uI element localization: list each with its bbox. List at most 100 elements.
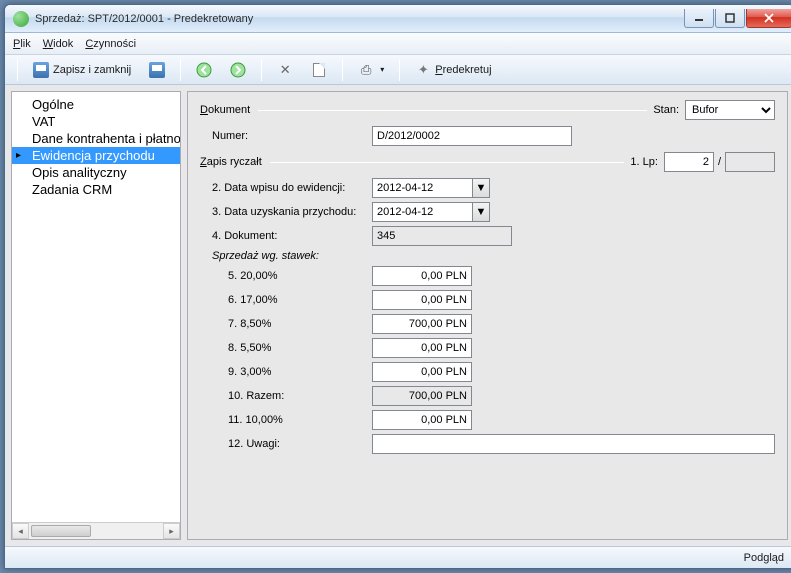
r12-label: 12. Uwagi: bbox=[212, 438, 372, 450]
tools-button[interactable]: ✕ bbox=[270, 58, 300, 82]
form-panel: Dokument Stan: Bufor Numer: Zapis ryczał… bbox=[187, 91, 788, 540]
group-ryczalt: Zapis ryczałt 1. Lp: / bbox=[200, 152, 775, 172]
r6-input[interactable] bbox=[372, 290, 472, 310]
sidebar-item-vat[interactable]: VAT bbox=[12, 113, 180, 130]
window-buttons bbox=[683, 9, 791, 28]
content-area: Ogólne VAT Dane kontrahenta i płatności … bbox=[5, 85, 791, 546]
nav-list: Ogólne VAT Dane kontrahenta i płatności … bbox=[12, 92, 180, 522]
r7-input[interactable] bbox=[372, 314, 472, 334]
menu-actions[interactable]: Czynności bbox=[85, 38, 136, 50]
rates-header: Sprzedaż wg. stawek: bbox=[212, 250, 319, 262]
chevron-down-icon: ▼ bbox=[476, 182, 487, 194]
f2-date: ▼ bbox=[372, 178, 490, 198]
sidebar-item-analytics[interactable]: Opis analityczny bbox=[12, 164, 180, 181]
lp-input[interactable] bbox=[664, 152, 714, 172]
print-button[interactable]: ⎙▾ bbox=[351, 58, 391, 82]
row-f2: 2. Data wpisu do ewidencji: ▼ bbox=[212, 178, 775, 198]
maximize-button[interactable] bbox=[715, 9, 745, 28]
r5-label: 5. 20,00% bbox=[212, 270, 372, 282]
row-r8: 8. 5,50% bbox=[212, 338, 775, 358]
number-input[interactable] bbox=[372, 126, 572, 146]
f3-date-dropdown[interactable]: ▼ bbox=[472, 202, 490, 222]
scrollbar-track[interactable] bbox=[29, 523, 163, 539]
printer-icon: ⎙ bbox=[358, 62, 374, 78]
group-document-label: Dokument bbox=[200, 104, 250, 116]
row-r9: 9. 3,00% bbox=[212, 362, 775, 382]
titlebar[interactable]: Sprzedaż: SPT/2012/0001 - Predekretowany bbox=[5, 5, 791, 33]
f3-date-input[interactable] bbox=[372, 202, 472, 222]
row-number: Numer: bbox=[212, 126, 775, 146]
save-icon bbox=[33, 62, 49, 78]
app-window: Sprzedaż: SPT/2012/0001 - Predekretowany… bbox=[4, 4, 791, 569]
group-document: Dokument Stan: Bufor bbox=[200, 100, 775, 120]
minimize-button[interactable] bbox=[684, 9, 714, 28]
r7-label: 7. 8,50% bbox=[212, 318, 372, 330]
save-close-button[interactable]: Zapisz i zamknij bbox=[26, 58, 138, 82]
scrollbar-thumb[interactable] bbox=[31, 525, 91, 537]
back-button[interactable] bbox=[189, 58, 219, 82]
toolbar-separator bbox=[261, 59, 262, 81]
r8-input[interactable] bbox=[372, 338, 472, 358]
f3-date: ▼ bbox=[372, 202, 490, 222]
toolbar-separator bbox=[399, 59, 400, 81]
row-r11: 11. 10,00% bbox=[212, 410, 775, 430]
sidebar: Ogólne VAT Dane kontrahenta i płatności … bbox=[11, 91, 181, 540]
toolbar-separator bbox=[17, 59, 18, 81]
sidebar-item-income[interactable]: Ewidencja przychodu bbox=[12, 147, 180, 164]
window-title: Sprzedaż: SPT/2012/0001 - Predekretowany bbox=[35, 13, 683, 25]
f2-date-dropdown[interactable]: ▼ bbox=[472, 178, 490, 198]
close-button[interactable] bbox=[746, 9, 791, 28]
row-r12: 12. Uwagi: bbox=[212, 434, 775, 454]
chevron-down-icon: ▾ bbox=[380, 65, 384, 74]
document-icon bbox=[311, 62, 327, 78]
arrow-right-icon bbox=[230, 62, 246, 78]
f3-label: 3. Data uzyskania przychodu: bbox=[212, 206, 372, 218]
lp-sep: / bbox=[718, 156, 721, 168]
r9-label: 9. 3,00% bbox=[212, 366, 372, 378]
r5-input[interactable] bbox=[372, 266, 472, 286]
minimize-icon bbox=[694, 13, 704, 23]
row-f4: 4. Dokument: 345 bbox=[212, 226, 775, 246]
save-close-label: Zapisz i zamknij bbox=[53, 64, 131, 76]
arrow-left-icon bbox=[196, 62, 212, 78]
state-select[interactable]: Bufor bbox=[685, 100, 775, 120]
sidebar-item-crm[interactable]: Zadania CRM bbox=[12, 181, 180, 198]
new-doc-button[interactable] bbox=[304, 58, 334, 82]
status-preview[interactable]: Podgląd bbox=[744, 552, 784, 564]
scroll-left-icon[interactable]: ◂ bbox=[12, 523, 29, 539]
r11-input[interactable] bbox=[372, 410, 472, 430]
group-line bbox=[270, 162, 625, 163]
save-button[interactable] bbox=[142, 58, 172, 82]
f2-date-input[interactable] bbox=[372, 178, 472, 198]
chevron-down-icon: ▼ bbox=[476, 206, 487, 218]
sidebar-scrollbar[interactable]: ◂ ▸ bbox=[12, 522, 180, 539]
toolbar-separator bbox=[342, 59, 343, 81]
menu-view[interactable]: Widok bbox=[43, 38, 74, 50]
lp2-readonly bbox=[725, 152, 775, 172]
state-label: Stan: bbox=[653, 104, 679, 116]
r11-label: 11. 10,00% bbox=[212, 414, 372, 426]
toolbar-separator bbox=[180, 59, 181, 81]
r6-label: 6. 17,00% bbox=[212, 294, 372, 306]
forward-button[interactable] bbox=[223, 58, 253, 82]
toolbar: Zapisz i zamknij ✕ ⎙▾ ✦ Predekretuj bbox=[5, 55, 791, 85]
sidebar-item-general[interactable]: Ogólne bbox=[12, 96, 180, 113]
row-r5: 5. 20,00% bbox=[212, 266, 775, 286]
row-r10: 10. Razem: 700,00 PLN bbox=[212, 386, 775, 406]
r9-input[interactable] bbox=[372, 362, 472, 382]
lp-label: 1. Lp: bbox=[630, 156, 658, 168]
scroll-right-icon[interactable]: ▸ bbox=[163, 523, 180, 539]
group-ryczalt-label: Zapis ryczałt bbox=[200, 156, 262, 168]
menu-file[interactable]: Plik bbox=[13, 38, 31, 50]
r12-input[interactable] bbox=[372, 434, 775, 454]
r8-label: 8. 5,50% bbox=[212, 342, 372, 354]
save-icon bbox=[149, 62, 165, 78]
sidebar-item-contractor[interactable]: Dane kontrahenta i płatności bbox=[12, 130, 180, 147]
r10-readonly: 700,00 PLN bbox=[372, 386, 472, 406]
app-icon bbox=[13, 11, 29, 27]
predecree-button[interactable]: ✦ Predekretuj bbox=[408, 58, 498, 82]
f4-readonly: 345 bbox=[372, 226, 512, 246]
number-label: Numer: bbox=[212, 130, 372, 142]
row-rates-header: Sprzedaż wg. stawek: bbox=[212, 250, 775, 262]
predecree-label: Predekretuj bbox=[435, 64, 491, 76]
